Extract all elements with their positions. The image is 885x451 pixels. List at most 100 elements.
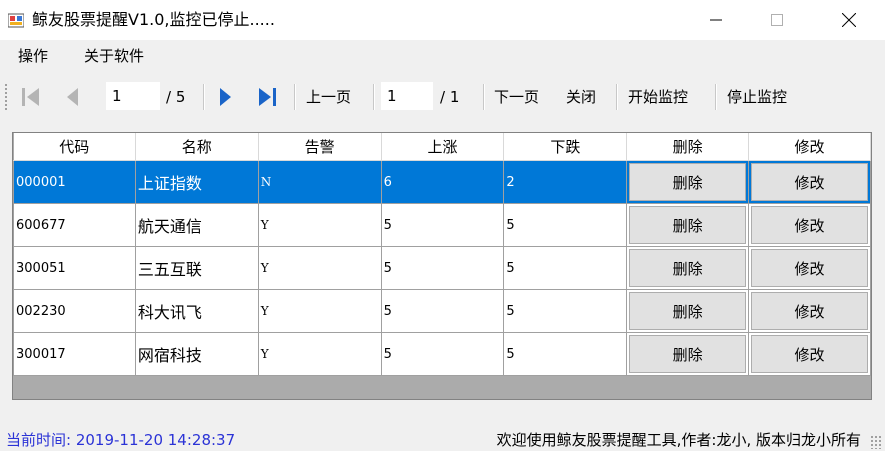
next-page-button[interactable] xyxy=(210,83,240,111)
cell-edit: 修改 xyxy=(748,160,871,204)
current-page-input[interactable] xyxy=(106,82,160,110)
cell-up[interactable]: 5 xyxy=(380,203,505,247)
delete-row-button[interactable]: 删除 xyxy=(629,249,747,287)
maximize-icon xyxy=(771,14,783,26)
cell-name[interactable]: 网宿科技 xyxy=(134,332,259,376)
total-pages-label: / 5 xyxy=(166,88,186,106)
toolbar: / 5 上一页 / 1 下一页 关闭 开始监控 停止监控 xyxy=(0,74,885,120)
cell-edit: 修改 xyxy=(748,332,871,376)
cell-alert[interactable]: N xyxy=(257,160,382,204)
stock-grid[interactable]: 代码 名称 告警 上涨 下跌 删除 修改 000001 上证指数 N 6 2 删… xyxy=(12,132,872,400)
resize-grip-icon[interactable] xyxy=(870,435,882,449)
cell-down[interactable]: 5 xyxy=(503,246,628,290)
toolbar-separator xyxy=(616,84,618,110)
delete-row-button[interactable]: 删除 xyxy=(629,335,747,373)
cell-alert[interactable]: Y xyxy=(257,332,382,376)
cell-name[interactable]: 上证指数 xyxy=(134,160,259,204)
previous-page-button[interactable] xyxy=(58,83,88,111)
start-monitor-button[interactable]: 开始监控 xyxy=(628,87,688,107)
cell-alert[interactable]: Y xyxy=(257,246,382,290)
app-icon xyxy=(8,13,24,28)
menu-item-about[interactable]: 关于软件 xyxy=(84,47,144,65)
column-header-down[interactable]: 下跌 xyxy=(503,133,628,161)
column-header-name[interactable]: 名称 xyxy=(135,133,259,161)
delete-row-button[interactable]: 删除 xyxy=(629,163,747,201)
cell-code[interactable]: 000001 xyxy=(13,160,136,204)
column-header-up[interactable]: 上涨 xyxy=(381,133,505,161)
delete-row-button[interactable]: 删除 xyxy=(629,292,747,330)
cell-up[interactable]: 5 xyxy=(380,246,505,290)
toolbar-separator xyxy=(483,84,485,110)
cell-code[interactable]: 002230 xyxy=(13,289,136,333)
cell-down[interactable]: 5 xyxy=(503,203,628,247)
edit-row-button[interactable]: 修改 xyxy=(751,163,868,201)
column-header-alert[interactable]: 告警 xyxy=(258,133,382,161)
status-bar: 当前时间: 2019-11-20 14:28:37 欢迎使用鲸友股票提醒工具,作… xyxy=(0,427,885,451)
sub-page-input[interactable] xyxy=(381,82,433,110)
cell-alert[interactable]: Y xyxy=(257,203,382,247)
cell-name[interactable]: 三五互联 xyxy=(134,246,259,290)
cell-up[interactable]: 5 xyxy=(380,289,505,333)
cell-up[interactable]: 5 xyxy=(380,332,505,376)
last-page-button[interactable] xyxy=(252,83,282,111)
minimize-icon xyxy=(710,19,722,21)
cell-down[interactable]: 2 xyxy=(503,160,628,204)
cell-delete: 删除 xyxy=(626,332,750,376)
delete-row-button[interactable]: 删除 xyxy=(629,206,747,244)
next-page-icon xyxy=(220,88,231,106)
cell-alert[interactable]: Y xyxy=(257,289,382,333)
cell-code[interactable]: 600677 xyxy=(13,203,136,247)
next-page-text-button[interactable]: 下一页 xyxy=(494,87,539,107)
column-header-delete[interactable]: 删除 xyxy=(626,133,750,161)
table-row[interactable]: 300017 网宿科技 Y 5 5 删除 修改 xyxy=(13,332,871,376)
edit-row-button[interactable]: 修改 xyxy=(751,335,868,373)
stock-table: 代码 名称 告警 上涨 下跌 删除 修改 000001 上证指数 N 6 2 删… xyxy=(13,133,871,376)
toolbar-separator xyxy=(715,84,717,110)
status-current-time: 当前时间: 2019-11-20 14:28:37 xyxy=(6,431,236,449)
toolbar-separator xyxy=(373,84,375,110)
prev-page-text-button[interactable]: 上一页 xyxy=(306,87,351,107)
previous-page-icon xyxy=(67,88,78,106)
cell-code[interactable]: 300051 xyxy=(13,246,136,290)
maximize-button[interactable] xyxy=(754,0,800,40)
menu-bar: 操作 关于软件 xyxy=(0,40,885,72)
first-page-button[interactable] xyxy=(16,83,46,111)
cell-name[interactable]: 航天通信 xyxy=(134,203,259,247)
cell-edit: 修改 xyxy=(748,203,871,247)
close-window-button[interactable] xyxy=(826,0,872,40)
table-row[interactable]: 002230 科大讯飞 Y 5 5 删除 修改 xyxy=(13,289,871,333)
cell-up[interactable]: 6 xyxy=(380,160,505,204)
toolbar-separator xyxy=(294,84,296,110)
last-page-icon xyxy=(259,88,276,106)
cell-name[interactable]: 科大讯飞 xyxy=(134,289,259,333)
table-row[interactable]: 600677 航天通信 Y 5 5 删除 修改 xyxy=(13,203,871,247)
toolbar-separator xyxy=(203,84,205,110)
table-row[interactable]: 300051 三五互联 Y 5 5 删除 修改 xyxy=(13,246,871,290)
stop-monitor-button[interactable]: 停止监控 xyxy=(727,87,787,107)
column-header-edit[interactable]: 修改 xyxy=(748,133,871,161)
sub-total-label: / 1 xyxy=(440,88,460,106)
first-page-icon xyxy=(22,88,39,106)
close-icon xyxy=(842,13,856,27)
cell-code[interactable]: 300017 xyxy=(13,332,136,376)
edit-row-button[interactable]: 修改 xyxy=(751,292,868,330)
title-bar: 鲸友股票提醒V1.0,监控已停止..... xyxy=(0,0,885,40)
cell-delete: 删除 xyxy=(626,246,750,290)
cell-delete: 删除 xyxy=(626,160,750,204)
close-button[interactable]: 关闭 xyxy=(566,87,596,107)
edit-row-button[interactable]: 修改 xyxy=(751,206,868,244)
status-welcome-message: 欢迎使用鲸友股票提醒工具,作者:龙小, 版本归龙小所有 xyxy=(496,431,861,449)
table-row[interactable]: 000001 上证指数 N 6 2 删除 修改 xyxy=(13,160,871,204)
cell-down[interactable]: 5 xyxy=(503,332,628,376)
cell-down[interactable]: 5 xyxy=(503,289,628,333)
edit-row-button[interactable]: 修改 xyxy=(751,249,868,287)
window-title: 鲸友股票提醒V1.0,监控已停止..... xyxy=(32,10,275,29)
cell-delete: 删除 xyxy=(626,203,750,247)
toolbar-grip[interactable] xyxy=(4,83,8,111)
table-header-row: 代码 名称 告警 上涨 下跌 删除 修改 xyxy=(13,133,871,161)
cell-edit: 修改 xyxy=(748,289,871,333)
menu-item-operate[interactable]: 操作 xyxy=(18,47,48,65)
minimize-button[interactable] xyxy=(693,0,739,40)
cell-delete: 删除 xyxy=(626,289,750,333)
column-header-code[interactable]: 代码 xyxy=(13,133,136,161)
